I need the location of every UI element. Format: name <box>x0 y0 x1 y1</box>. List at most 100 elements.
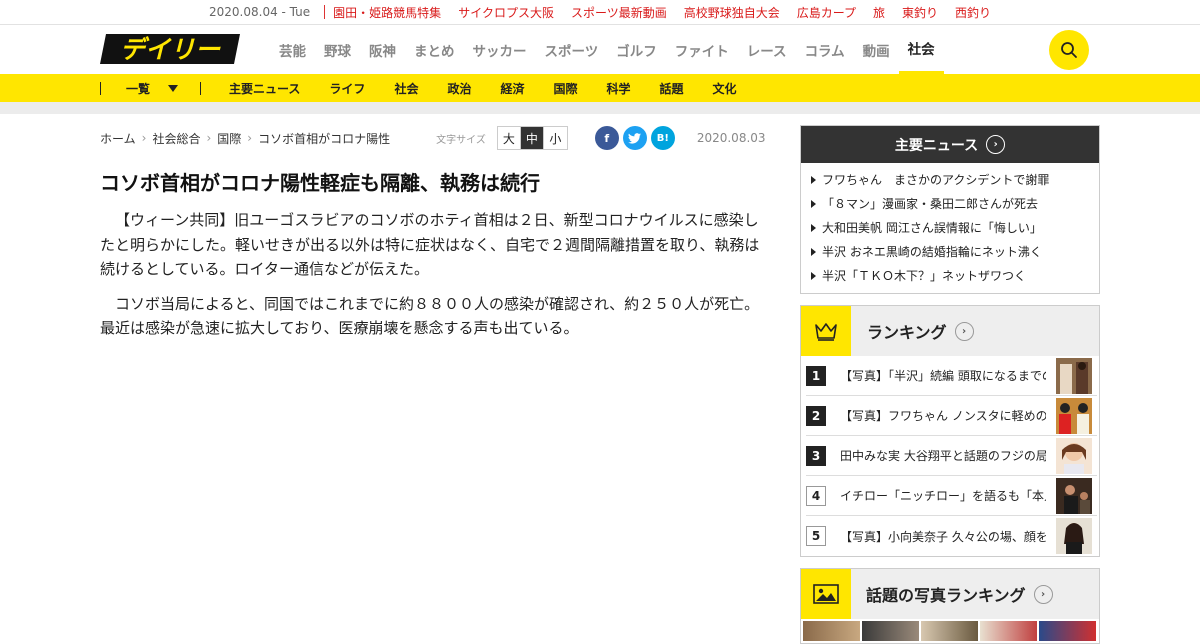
triangle-right-icon <box>811 224 816 232</box>
rank-number: 2 <box>806 405 826 426</box>
sidebar: 主要ニュース › フワちゃん まさかのアクシデントで謝罪 「８マン」漫画家・桑田… <box>800 125 1100 644</box>
header-separator <box>0 102 1200 114</box>
search-button[interactable] <box>1049 30 1089 70</box>
rank-number: 5 <box>806 526 826 546</box>
ranking-row[interactable]: 5 【写真】小向美奈子 久々公の場、顔を見せ <box>806 516 1097 556</box>
ranking-thumbnail <box>1056 437 1092 474</box>
main-news-title: 主要ニュース <box>894 137 979 154</box>
rank-title: イチロー「ニッチロー」を語るも「本人は」 <box>840 489 1046 503</box>
top-link[interactable]: 広島カープ <box>797 4 856 21</box>
subnav-item[interactable]: 科学 <box>607 80 631 97</box>
breadcrumb-home[interactable]: ホーム <box>100 130 136 147</box>
main-news-item[interactable]: フワちゃん まさかのアクシデントで謝罪 <box>811 168 1089 192</box>
divider <box>200 81 202 95</box>
font-size-large-button[interactable]: 大 <box>498 127 521 149</box>
subnav-item[interactable]: 主要ニュース <box>229 80 300 97</box>
subnav-item[interactable]: 政治 <box>447 80 471 97</box>
main-news-item[interactable]: 半沢 おネエ黒崎の結婚指輪にネット沸く <box>811 240 1089 264</box>
main-news-header[interactable]: 主要ニュース › <box>801 126 1099 163</box>
photo-ranking-header[interactable]: 話題の写真ランキング › <box>801 569 1099 619</box>
photo-thumbnail[interactable] <box>862 621 919 641</box>
nav-item-column[interactable]: コラム <box>796 25 854 74</box>
chevron-down-icon <box>168 84 179 92</box>
top-link[interactable]: 旅 <box>873 4 885 21</box>
breadcrumb-shakai[interactable]: 社会総合 <box>152 130 200 147</box>
article-paragraph: 【ウィーン共同】旧ユーゴスラビアのコソボのホティ首相は２日、新型コロナウイルスに… <box>100 211 760 278</box>
ranking-list: 1 【写真】「半沢」続編 頭取になるまでの歩み 2 【写真】フワちゃん ノンスタ… <box>801 356 1099 556</box>
top-link[interactable]: 園田・姫路競馬特集 <box>333 4 441 21</box>
article-paragraph: コソボ当局によると、同国ではこれまでに約８８００人の感染が確認され、約２５０人が… <box>100 294 760 338</box>
nav-item-video[interactable]: 動画 <box>854 25 899 74</box>
triangle-right-icon <box>811 200 816 208</box>
top-link[interactable]: スポーツ最新動画 <box>571 4 667 21</box>
nav-item-yakyu[interactable]: 野球 <box>315 25 360 74</box>
ranking-row[interactable]: 3 田中みな実 大谷翔平と話題のフジの局アナ <box>806 436 1097 476</box>
nav-item-hanshin[interactable]: 阪神 <box>360 25 405 74</box>
main-news-item[interactable]: 大和田美帆 岡江さん誤情報に「悔しい」 <box>811 216 1089 240</box>
photo-thumbnail[interactable] <box>921 621 978 641</box>
rank-title: 【写真】フワちゃん ノンスタに軽めの謝罪 <box>840 409 1046 423</box>
nav-item-soccer[interactable]: サッカー <box>464 25 536 74</box>
nav-item-shakai[interactable]: 社会 <box>898 25 944 74</box>
photo-ranking-box: 話題の写真ランキング › <box>800 568 1100 644</box>
rank-number: 4 <box>806 485 826 506</box>
main-news-item-label: 「８マン」漫画家・桑田二郎さんが死去 <box>822 197 1039 211</box>
share-buttons: f B! <box>594 126 679 150</box>
photo-thumbnail[interactable] <box>980 621 1037 641</box>
facebook-share-icon[interactable]: f <box>594 126 619 150</box>
photo-thumbnail[interactable] <box>803 621 860 641</box>
main-news-item[interactable]: 「８マン」漫画家・桑田二郎さんが死去 <box>811 192 1089 216</box>
ranking-row[interactable]: 1 【写真】「半沢」続編 頭取になるまでの歩み <box>806 356 1097 396</box>
top-link[interactable]: サイクロプス大阪 <box>458 4 554 21</box>
nav-item-golf[interactable]: ゴルフ <box>607 25 666 74</box>
main-news-item-label: 半沢「ＴＫＯ木下？」ネットザワつく <box>822 269 1027 283</box>
font-size-medium-button[interactable]: 中 <box>520 127 544 149</box>
ranking-thumbnail <box>1056 357 1092 394</box>
subnav-item[interactable]: 国際 <box>553 80 577 97</box>
font-size-buttons: 大 中 小 <box>496 126 568 150</box>
font-size-control: 文字サイズ 大 中 小 <box>436 126 568 150</box>
ranking-row[interactable]: 2 【写真】フワちゃん ノンスタに軽めの謝罪 <box>806 396 1097 436</box>
subnav-item[interactable]: 経済 <box>500 80 524 97</box>
publish-date: 2020.08.03 <box>696 131 766 145</box>
ranking-row[interactable]: 4 イチロー「ニッチロー」を語るも「本人は」 <box>806 476 1097 516</box>
subnav-item[interactable]: 文化 <box>713 80 737 97</box>
main-news-item-label: 大和田美帆 岡江さん誤情報に「悔しい」 <box>822 221 1042 235</box>
subnav-item[interactable]: 社会 <box>394 80 418 97</box>
nav-item-race[interactable]: レース <box>738 25 796 74</box>
category-subnav: 一覧 主要ニュース ライフ 社会 政治 経済 国際 科学 話題 文化 <box>0 74 1200 102</box>
top-link[interactable]: 東釣り <box>902 4 938 21</box>
top-link[interactable]: 西釣り <box>955 4 991 21</box>
main-news-item-label: 半沢 おネエ黒崎の結婚指輪にネット沸く <box>822 245 1042 259</box>
main-news-item[interactable]: 半沢「ＴＫＯ木下？」ネットザワつく <box>811 264 1089 288</box>
triangle-right-icon <box>811 272 816 280</box>
breadcrumb-current: コソボ首相がコロナ陽性 <box>258 131 391 146</box>
main-news-list: フワちゃん まさかのアクシデントで謝罪 「８マン」漫画家・桑田二郎さんが死去 大… <box>801 163 1099 293</box>
nav-item-fight[interactable]: ファイト <box>666 25 738 74</box>
twitter-bird-icon <box>628 132 642 144</box>
triangle-right-icon <box>811 176 816 184</box>
photo-thumbnail[interactable] <box>1039 621 1096 641</box>
hatena-bookmark-icon[interactable]: B! <box>650 126 675 150</box>
daily-logo[interactable]: デイリー <box>100 32 240 66</box>
twitter-share-icon[interactable] <box>622 126 647 150</box>
ranking-thumbnail <box>1056 518 1092 554</box>
nav-item-matome[interactable]: まとめ <box>405 25 464 74</box>
top-link[interactable]: 高校野球独自大会 <box>684 4 780 21</box>
rank-number: 3 <box>806 445 826 466</box>
list-dropdown[interactable]: 一覧 <box>101 80 200 97</box>
subnav-item[interactable]: ライフ <box>329 80 365 97</box>
nav-item-sports[interactable]: スポーツ <box>536 25 608 74</box>
breadcrumb-kokusai[interactable]: 国際 <box>217 130 241 147</box>
ranking-header[interactable]: ランキング › <box>801 306 1099 356</box>
font-size-small-button[interactable]: 小 <box>544 127 567 149</box>
dropdown-label: 一覧 <box>126 81 151 96</box>
chevron-right-icon: › <box>141 131 147 145</box>
subnav-item[interactable]: 話題 <box>660 80 684 97</box>
font-size-label: 文字サイズ <box>436 134 486 146</box>
chevron-right-icon: › <box>206 131 212 145</box>
article-meta: ホーム › 社会総合 › 国際 › コソボ首相がコロナ陽性 文字サイズ 大 中 … <box>100 125 770 151</box>
nav-item-geino[interactable]: 芸能 <box>270 25 315 74</box>
subnav-items: 主要ニュース ライフ 社会 政治 経済 国際 科学 話題 文化 <box>229 80 766 97</box>
chevron-right-circle-icon: › <box>1033 584 1053 604</box>
